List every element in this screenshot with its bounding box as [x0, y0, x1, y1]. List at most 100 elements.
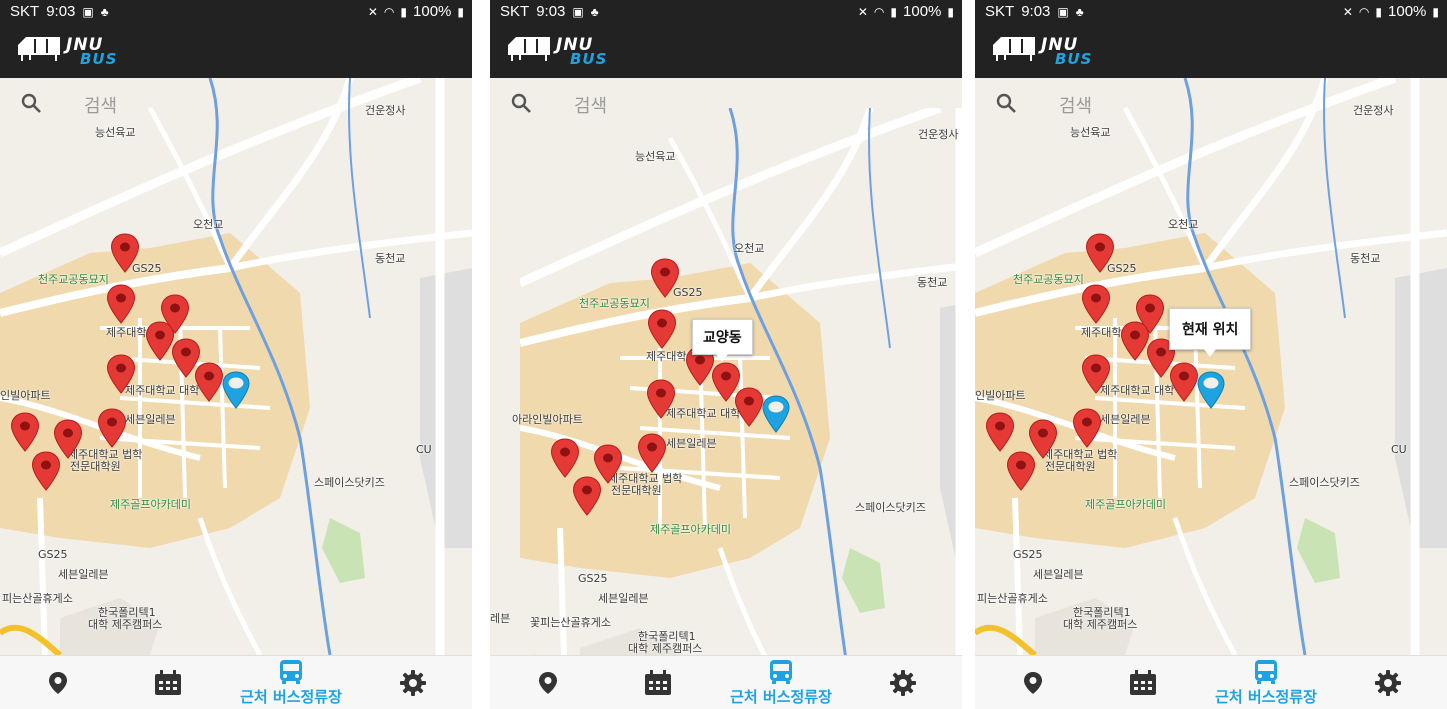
- map-label: 전문대학원: [611, 484, 662, 497]
- bus-stop-pin-icon[interactable]: [1085, 233, 1115, 273]
- map-label: 동천교: [1350, 252, 1381, 265]
- mute-icon: ✕: [857, 4, 868, 19]
- clock: 9:03: [536, 3, 566, 20]
- carrier: SKT: [500, 3, 530, 20]
- gear-icon: [400, 670, 426, 696]
- map-view[interactable]: 검색 건운정사 능선육교 오천교 동천교 GS25 천주교공동묘지 제주대학 제…: [0, 78, 472, 655]
- current-location-callout[interactable]: 현재 위치: [1169, 308, 1252, 357]
- map-label: 제주대학교 대학: [666, 407, 741, 420]
- map-label: 제주골프아카데미: [650, 523, 731, 536]
- status-bar: SKT 9:03 ▣ ♣ ✕ ◠ ▮ 100% ▮: [490, 0, 962, 24]
- map-label: 오천교: [734, 242, 765, 255]
- map-label: 대학 제주캠퍼스: [628, 642, 703, 655]
- map-label: 세븐일레븐: [1033, 568, 1084, 581]
- map-label: 건운정사: [918, 128, 959, 141]
- map-label: 천주교공동묘지: [579, 297, 650, 310]
- bus-stop-pin-icon[interactable]: [647, 309, 677, 349]
- bus-stop-pin-icon[interactable]: [1072, 408, 1102, 448]
- map-label: 피는산골휴게소: [977, 592, 1048, 605]
- nav-settings-button[interactable]: [885, 656, 921, 709]
- bus-stop-pin-icon[interactable]: [650, 258, 680, 298]
- wifi-icon: ◠: [1358, 4, 1370, 19]
- bus-stop-pin-icon[interactable]: [1081, 284, 1111, 324]
- nav-nearby-stops-button[interactable]: 근처 버스정류장: [1201, 656, 1331, 709]
- phone-screen-1: SKT 9:03 ▣ ♣ ✕ ◠ ▮ 100% ▮ JNU BUS 검색 건운정…: [0, 0, 472, 709]
- search-input[interactable]: 검색: [1059, 92, 1092, 118]
- nav-nearby-stops-button[interactable]: 근처 버스정류장: [226, 656, 356, 709]
- map-label: 제주골프아카데미: [110, 498, 191, 511]
- nav-settings-button[interactable]: [395, 656, 431, 709]
- nav-timetable-button[interactable]: [150, 656, 186, 709]
- bus-icon: [1255, 660, 1277, 684]
- bus-stop-pin-icon[interactable]: [1081, 354, 1111, 394]
- bus-stop-pin-icon[interactable]: [1169, 362, 1199, 402]
- nav-map-button[interactable]: [40, 656, 76, 709]
- logo-text-bus: BUS: [1055, 50, 1093, 68]
- map-label: 제주대학: [646, 350, 687, 363]
- nav-nearby-stops-button[interactable]: 근처 버스정류장: [716, 656, 846, 709]
- map-label: 인빌아파트: [0, 389, 51, 402]
- map-label: 대학 제주캠퍼스: [88, 618, 163, 631]
- current-location-pin-icon[interactable]: [761, 394, 791, 434]
- nav-timetable-button[interactable]: [1125, 656, 1161, 709]
- map-label: GS25: [578, 572, 608, 585]
- image-icon: ▣: [82, 4, 94, 19]
- nav-settings-button[interactable]: [1370, 656, 1406, 709]
- mute-icon: ✕: [367, 4, 378, 19]
- search-icon[interactable]: [995, 92, 1017, 114]
- map-label: 전문대학원: [1045, 460, 1096, 473]
- search-input[interactable]: 검색: [84, 92, 117, 118]
- search-input[interactable]: 검색: [574, 92, 607, 118]
- current-location-pin-icon[interactable]: [1196, 370, 1226, 410]
- map-pin-icon: [49, 672, 67, 694]
- carrier: SKT: [10, 3, 40, 20]
- bus-stop-pin-icon[interactable]: [10, 412, 40, 452]
- bus-stop-pin-icon[interactable]: [572, 476, 602, 516]
- map-label: 대학 제주캠퍼스: [1063, 618, 1138, 631]
- signal-icon: ▮: [1375, 4, 1383, 19]
- logo-text-bus: BUS: [570, 50, 608, 68]
- bus-stop-pin-icon[interactable]: [110, 233, 140, 273]
- map-label: 건운정사: [1353, 104, 1394, 117]
- bus-stop-pin-icon[interactable]: [734, 387, 764, 427]
- gear-icon: [1375, 670, 1401, 696]
- bus-stop-pin-icon[interactable]: [637, 433, 667, 473]
- map-label: 인빌아파트: [975, 389, 1026, 402]
- map-view[interactable]: 검색 건운정사 능선육교 오천교 동천교 GS25 천주교공동묘지 제주대학 제…: [490, 78, 962, 655]
- notification-icon: ♣: [590, 4, 599, 19]
- map-label: 천주교공동묘지: [1013, 273, 1084, 286]
- bus-stop-pin-icon[interactable]: [97, 408, 127, 448]
- nav-timetable-button[interactable]: [640, 656, 676, 709]
- bus-stop-pin-icon[interactable]: [106, 354, 136, 394]
- bus-stop-pin-icon[interactable]: [1006, 451, 1036, 491]
- bus-stop-pin-icon[interactable]: [646, 379, 676, 419]
- bus-stop-pin-icon[interactable]: [106, 284, 136, 324]
- bus-stop-pin-icon[interactable]: [194, 362, 224, 402]
- logo-text-bus: BUS: [80, 50, 118, 68]
- phone-screen-3: SKT 9:03 ▣ ♣ ✕ ◠ ▮ 100% ▮ JNU BUS 검색 건운정…: [975, 0, 1447, 709]
- map-label: GS25: [38, 548, 68, 561]
- wifi-icon: ◠: [873, 4, 885, 19]
- battery-level: 100%: [903, 3, 942, 20]
- search-icon[interactable]: [510, 92, 532, 114]
- image-icon: ▣: [572, 4, 584, 19]
- signal-icon: ▮: [400, 4, 408, 19]
- map-view[interactable]: 검색 건운정사 능선육교 오천교 동천교 GS25 천주교공동묘지 제주대학 제…: [975, 78, 1447, 655]
- search-icon[interactable]: [20, 92, 42, 114]
- carrier: SKT: [985, 3, 1015, 20]
- map-label: 능선육교: [635, 150, 676, 163]
- current-location-pin-icon[interactable]: [221, 370, 251, 410]
- calendar-icon: [645, 670, 671, 695]
- calendar-icon: [155, 670, 181, 695]
- battery-icon: ▮: [947, 4, 954, 19]
- bus-stop-pin-icon[interactable]: [985, 412, 1015, 452]
- stop-name-callout[interactable]: 교양동: [692, 319, 753, 362]
- map-label: 제주대학교 대학: [125, 384, 200, 397]
- mute-icon: ✕: [1342, 4, 1353, 19]
- nav-map-button[interactable]: [1015, 656, 1051, 709]
- bus-stop-pin-icon[interactable]: [550, 438, 580, 478]
- bus-stop-pin-icon[interactable]: [31, 451, 61, 491]
- nav-map-button[interactable]: [530, 656, 566, 709]
- gear-icon: [890, 670, 916, 696]
- map-label: 오천교: [1168, 218, 1199, 231]
